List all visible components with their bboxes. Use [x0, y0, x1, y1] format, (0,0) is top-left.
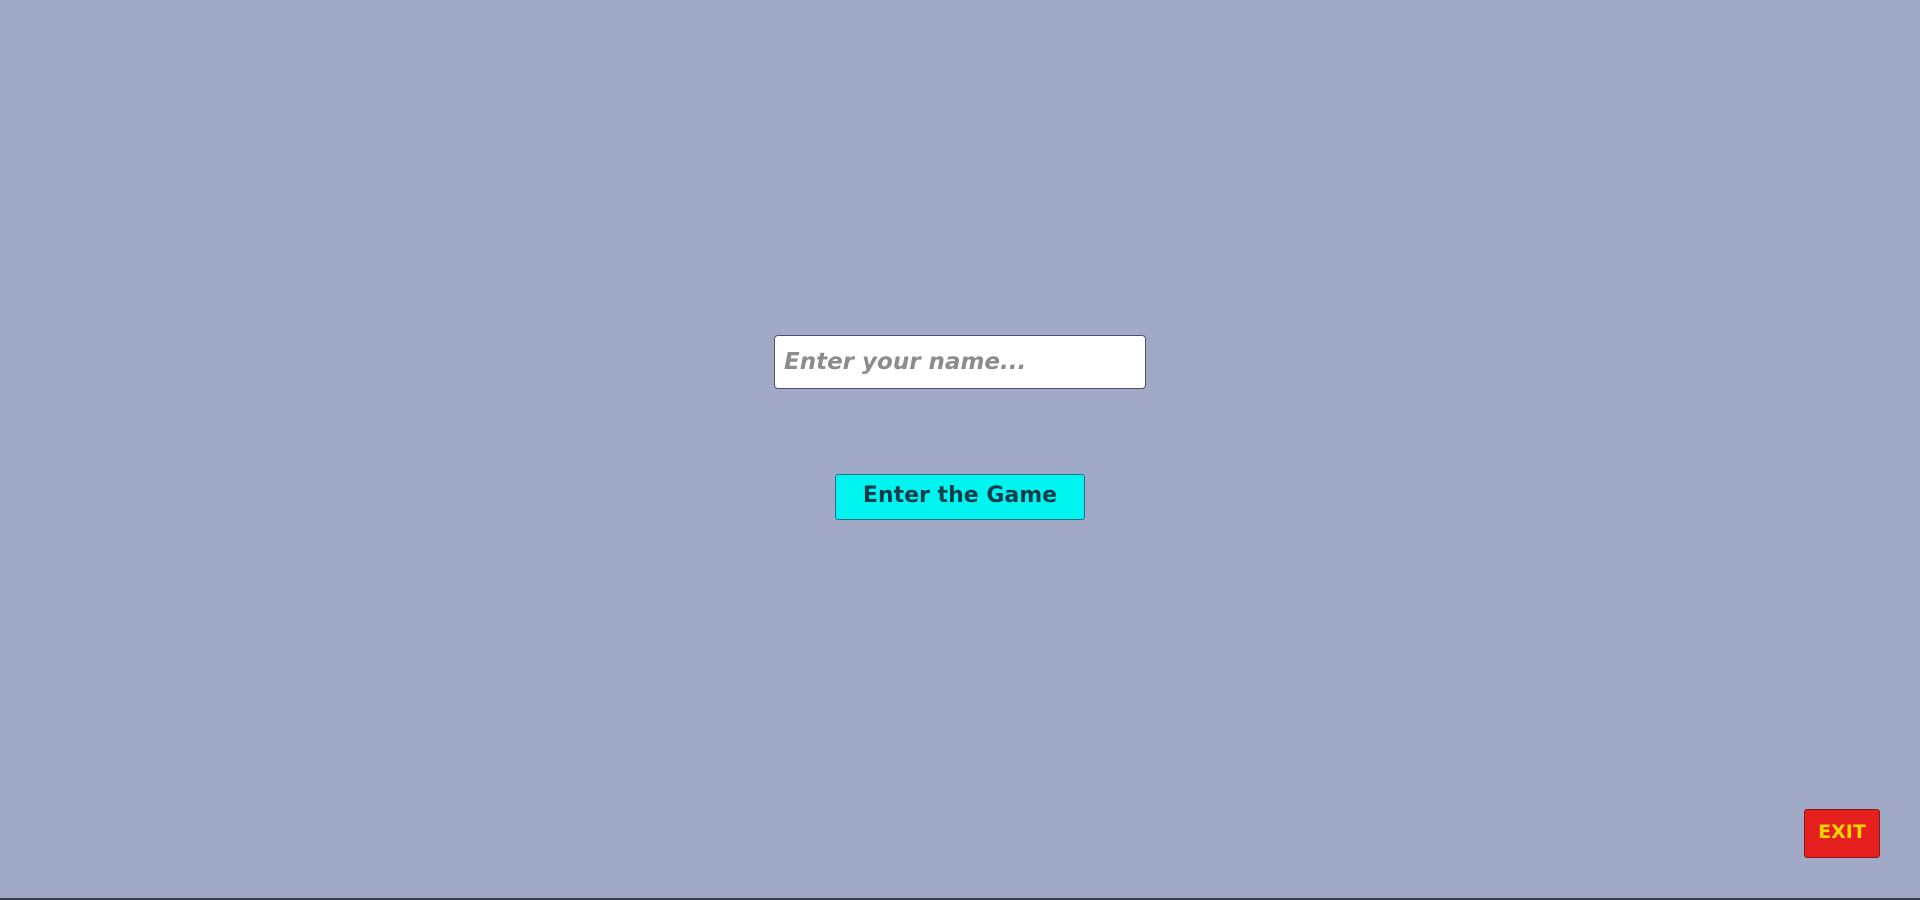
exit-button[interactable]: EXIT — [1804, 809, 1880, 858]
player-name-input[interactable] — [774, 335, 1146, 389]
enter-game-button[interactable]: Enter the Game — [835, 474, 1085, 520]
